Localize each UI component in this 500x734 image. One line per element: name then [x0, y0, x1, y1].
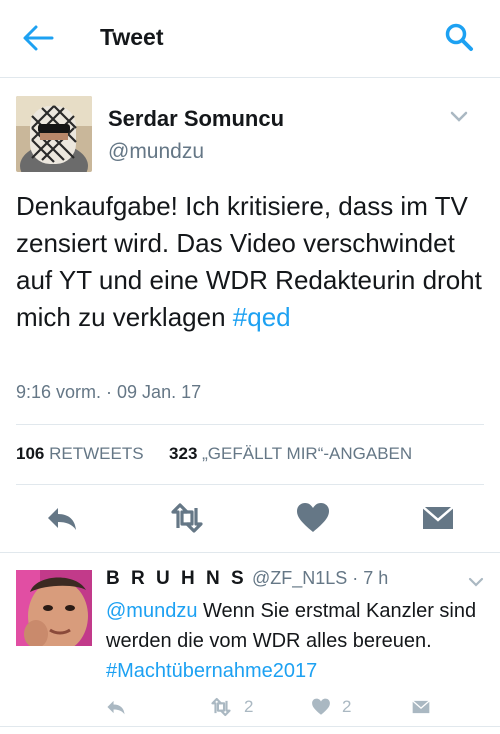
reply-author-handle[interactable]: @ZF_N1LS · 7 h: [252, 568, 388, 588]
divider: [0, 726, 500, 727]
tweet-text: Denkaufgabe! Ich kritisiere, dass im TV …: [16, 188, 486, 336]
avatar[interactable]: [16, 570, 92, 646]
hashtag-link[interactable]: #qed: [233, 302, 291, 332]
arrow-left-icon[interactable]: [22, 24, 54, 52]
retweet-icon: [211, 697, 231, 717]
message-icon[interactable]: [420, 500, 456, 536]
like-action-button[interactable]: 2: [310, 695, 351, 719]
chevron-down-icon[interactable]: [467, 576, 485, 588]
retweet-count: 2: [244, 697, 254, 716]
hashtag-link[interactable]: #Machtübernahme2017: [106, 660, 317, 682]
retweet-icon[interactable]: [169, 500, 205, 536]
message-action-button[interactable]: [410, 695, 432, 719]
tweet-timestamp: 9:16 vorm. · 09 Jan. 17: [16, 382, 202, 402]
divider: [16, 424, 484, 425]
divider: [16, 484, 484, 485]
reply-action-button[interactable]: [104, 695, 128, 719]
page-title: Tweet: [100, 24, 164, 50]
retweets-label[interactable]: RETWEETS: [49, 444, 143, 463]
author-handle[interactable]: @mundzu: [108, 140, 204, 164]
reply-author-name[interactable]: B R U H N S: [106, 568, 247, 589]
avatar[interactable]: [16, 96, 92, 172]
reply-icon: [107, 700, 125, 715]
retweets-count[interactable]: 106: [16, 444, 44, 463]
engagement-stats: 106 RETWEETS 323 „GEFÄLLT MIR“-ANGABEN: [16, 444, 412, 464]
search-icon[interactable]: [444, 22, 474, 52]
top-app-bar: Tweet: [0, 0, 500, 78]
likes-count[interactable]: 323: [169, 444, 197, 463]
heart-icon: [312, 698, 330, 715]
mention-link[interactable]: @mundzu: [106, 600, 197, 622]
like-count: 2: [342, 697, 352, 716]
chevron-down-icon[interactable]: [449, 110, 469, 124]
reply-text: @mundzu Wenn Sie erstmal Kanzler sind we…: [106, 596, 486, 686]
likes-label[interactable]: „GEFÄLLT MIR“-ANGABEN: [202, 444, 412, 463]
reply-header: B R U H N S @ZF_N1LS · 7 h: [106, 568, 388, 590]
message-icon: [412, 700, 430, 714]
retweet-action-button[interactable]: 2: [208, 695, 253, 719]
reply-icon[interactable]: [44, 500, 80, 536]
heart-icon[interactable]: [295, 500, 331, 536]
author-name[interactable]: Serdar Somuncu: [108, 106, 284, 132]
